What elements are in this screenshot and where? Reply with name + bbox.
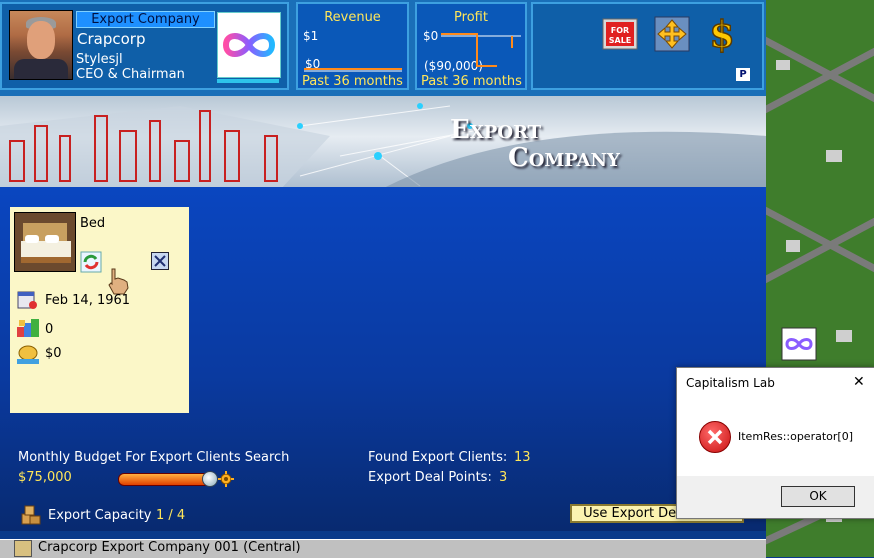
product-name: Bed	[80, 216, 106, 231]
revenue-graph-panel[interactable]: Revenue $1 $0 Past 36 months	[296, 2, 409, 90]
svg-text:SALE: SALE	[609, 36, 632, 45]
dollar-sign-icon: $	[709, 13, 736, 57]
company-name: Crapcorp	[77, 30, 146, 48]
for-sale-sign-icon: FOR SALE	[602, 18, 638, 50]
close-x-icon	[154, 255, 166, 267]
capacity-value: 1 / 4	[156, 508, 186, 523]
found-clients-value: 13	[514, 450, 531, 465]
profit-period: Past 36 months	[421, 74, 522, 89]
company-logo[interactable]	[217, 12, 281, 78]
coins-icon	[16, 343, 40, 365]
p-badge[interactable]: P	[736, 68, 750, 81]
dialog-close-button[interactable]: ✕	[853, 374, 865, 390]
profit-title: Profit	[454, 10, 488, 25]
infinity-logo-icon	[222, 33, 276, 57]
boxes-icon	[20, 504, 42, 526]
banner-title-line2: Company	[508, 143, 620, 173]
error-dialog: Capitalism Lab ✕ ItemRes::operator[0] OK	[676, 367, 874, 519]
move-arrows-icon	[654, 16, 690, 52]
found-clients-label: Found Export Clients:	[368, 450, 508, 465]
deal-points-value: 3	[499, 470, 508, 485]
dialog-message: ItemRes::operator[0]	[738, 430, 853, 443]
move-button[interactable]	[654, 16, 690, 52]
for-sale-button[interactable]: FOR SALE	[602, 16, 638, 52]
banner-title-line1: Export	[450, 115, 542, 145]
finance-button[interactable]: $	[704, 13, 740, 57]
blocks-icon	[16, 317, 40, 339]
gear-icon[interactable]	[218, 471, 234, 487]
error-icon	[699, 421, 731, 453]
status-icon[interactable]	[14, 540, 32, 557]
close-product-button[interactable]	[151, 252, 169, 270]
status-text: Crapcorp Export Company 001 (Central)	[38, 540, 301, 555]
refresh-product-icon	[80, 251, 102, 273]
revenue-title: Revenue	[324, 10, 381, 25]
deal-points-label: Export Deal Points:	[368, 470, 492, 485]
pointer-hand-icon	[104, 265, 134, 295]
product-quantity: 0	[45, 322, 54, 337]
budget-label: Monthly Budget For Export Clients Search	[18, 450, 290, 465]
refresh-product-button[interactable]	[80, 251, 102, 273]
top-bar: Export Company Crapcorp Stylesjl CEO & C…	[0, 0, 766, 93]
ceo-title: CEO & Chairman	[76, 67, 185, 82]
banner-artwork	[0, 103, 766, 187]
capacity-label: Export Capacity	[48, 508, 152, 523]
dialog-ok-button[interactable]: OK	[781, 486, 855, 507]
dollar-symbol: $	[709, 14, 734, 54]
budget-value: $75,000	[18, 470, 72, 485]
banner-title: Export Company	[450, 116, 620, 172]
banner: Export Company	[0, 93, 766, 187]
product-date: Feb 14, 1961	[45, 293, 131, 308]
budget-slider-knob[interactable]	[202, 471, 219, 487]
product-amount: $0	[45, 346, 62, 361]
calendar-icon	[16, 289, 38, 311]
dialog-title: Capitalism Lab	[686, 376, 775, 390]
svg-text:FOR: FOR	[611, 26, 629, 35]
bed-product-image[interactable]	[14, 212, 76, 272]
revenue-period: Past 36 months	[302, 74, 403, 89]
profit-graph-panel[interactable]: Profit $0 ($90,000) Past 36 months	[415, 2, 527, 90]
revenue-line	[304, 68, 402, 72]
company-type-label: Export Company	[76, 11, 215, 28]
product-card: Bed Feb 14, 1961 0 $0	[10, 207, 189, 413]
profit-line	[441, 33, 521, 67]
logo-underline	[217, 79, 279, 83]
ceo-name: Stylesjl	[76, 52, 123, 67]
ceo-portrait[interactable]	[9, 10, 73, 80]
